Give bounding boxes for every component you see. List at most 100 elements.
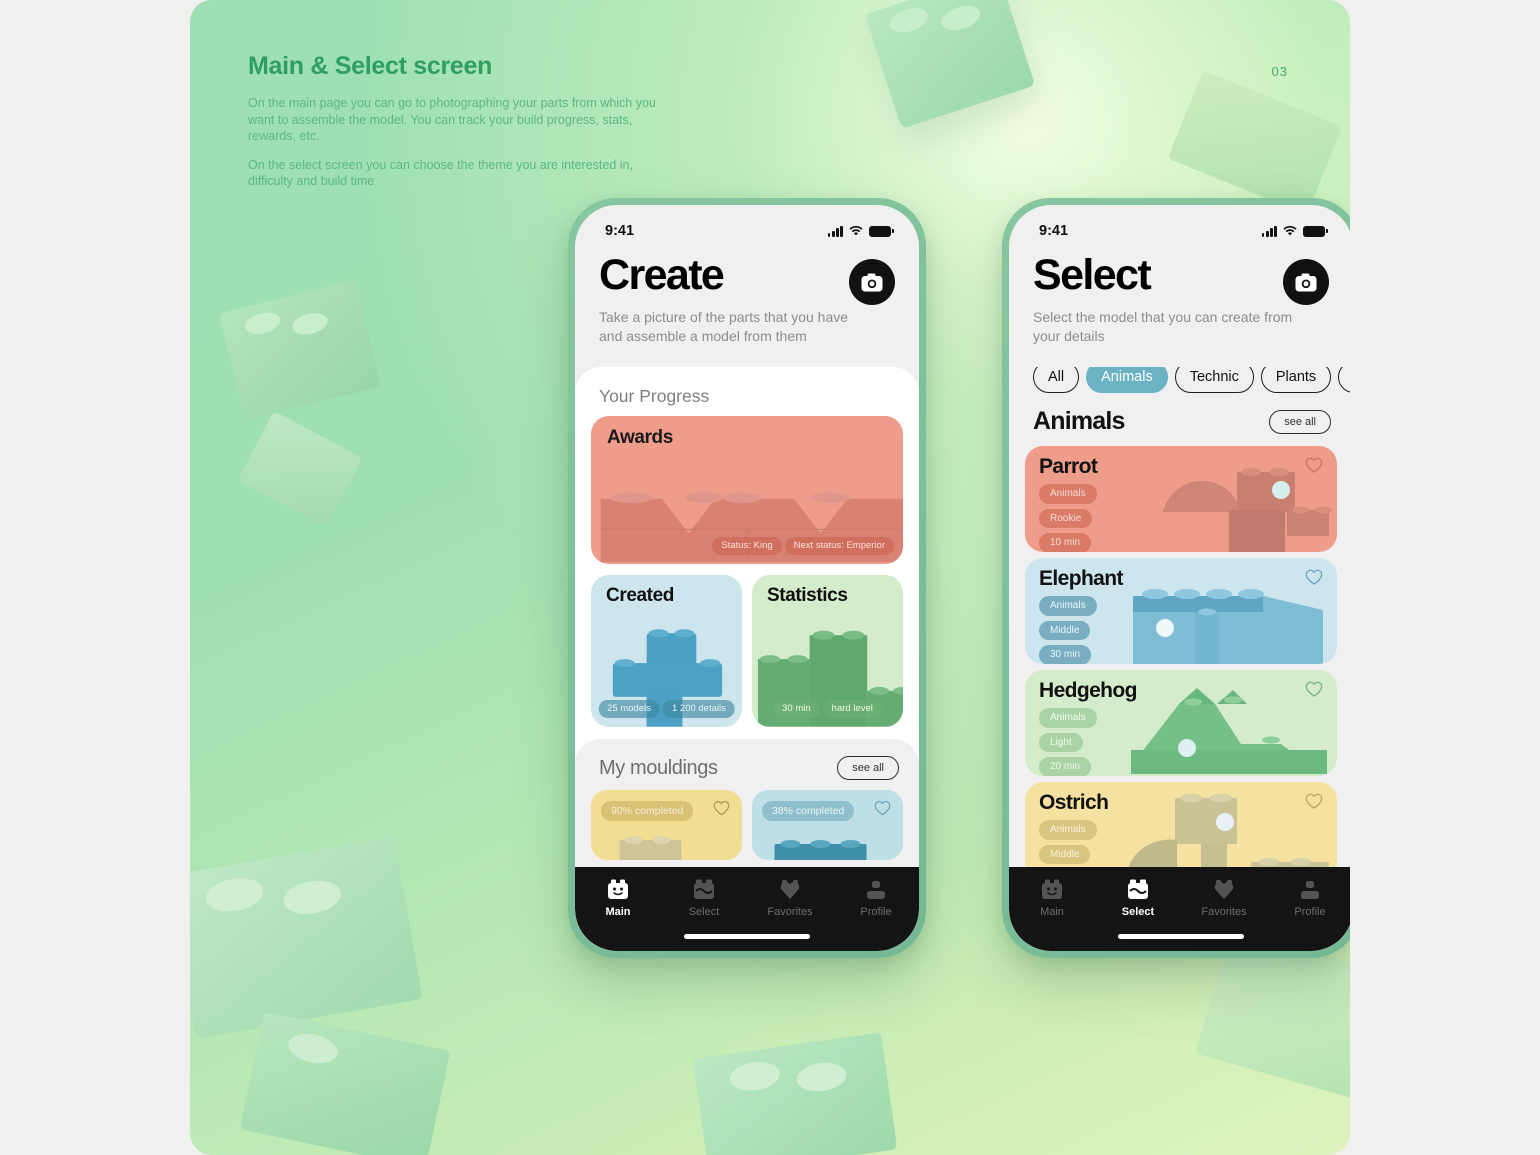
tab-main[interactable]: Main	[575, 879, 661, 918]
background-lego-brick	[239, 1011, 451, 1155]
awards-card[interactable]: Awards Status: King Next status: Emperio…	[591, 416, 903, 565]
tab-profile[interactable]: Profile	[833, 879, 919, 918]
mouldings-header: My mouldings see all	[575, 739, 919, 790]
model-name: Parrot	[1039, 455, 1098, 479]
camera-button[interactable]	[1283, 259, 1329, 305]
background-lego-brick	[190, 836, 423, 1039]
model-card-parrot[interactable]: Parrot Animals Rookie 10 min	[1025, 446, 1337, 553]
main-subtitle: Take a picture of the parts that you hav…	[599, 309, 849, 344]
battery-icon	[1303, 225, 1328, 237]
progress-section-title: Your Progress	[599, 386, 710, 407]
model-tag-time: 30 min	[1039, 645, 1092, 665]
background-lego-brick	[692, 1032, 898, 1155]
page-title: Main & Select screen	[248, 52, 493, 80]
phone-mockup-select: 9:41 Select Select the model that you ca…	[1002, 198, 1350, 958]
tab-select[interactable]: Select	[1095, 879, 1181, 918]
created-card-title: Created	[606, 585, 674, 607]
stats-card-row: Created 25 models 1 200 details Statisti…	[591, 575, 903, 728]
tab-favorites[interactable]: Favorites	[747, 879, 833, 918]
animals-see-all-button[interactable]: see all	[1269, 409, 1331, 434]
model-tag-time: 20 min	[1039, 757, 1092, 777]
tab-select-label: Select	[688, 906, 720, 918]
heart-outline-icon[interactable]	[1305, 457, 1323, 473]
status-time: 9:41	[1039, 223, 1069, 239]
camera-button[interactable]	[849, 259, 895, 305]
cellular-bars-icon	[1261, 225, 1277, 237]
tab-favorites[interactable]: Favorites	[1181, 879, 1267, 918]
moulding-thumbnail	[619, 836, 682, 861]
lego-face-icon	[608, 879, 628, 899]
tab-favorites-label: Favorites	[767, 906, 813, 918]
awards-card-title: Awards	[607, 427, 673, 449]
model-name: Elephant	[1039, 567, 1123, 591]
lego-face-icon	[1042, 879, 1062, 899]
cellular-bars-icon	[827, 225, 843, 237]
animals-section-header: Animals see all	[1009, 393, 1350, 446]
background-lego-brick	[1167, 70, 1343, 215]
model-tags: Animals Rookie 10 min	[1039, 484, 1097, 553]
mouldings-title: My mouldings	[599, 756, 718, 779]
lego-bricks-icon	[1128, 879, 1148, 899]
lego-bricks-icon	[694, 879, 714, 899]
heart-outline-icon[interactable]	[874, 800, 891, 816]
tab-profile[interactable]: Profile	[1267, 879, 1350, 918]
model-card-elephant[interactable]: Elephant Animals Middle 30 min	[1025, 558, 1337, 665]
tab-main-label: Main	[1040, 906, 1064, 918]
person-brick-icon	[1301, 881, 1319, 899]
page-number: 03	[1271, 64, 1288, 79]
wifi-icon	[849, 225, 863, 236]
status-time: 9:41	[605, 223, 635, 239]
model-card-hedgehog[interactable]: Hedgehog Animals Light 20 min	[1025, 670, 1337, 777]
camera-icon	[1295, 273, 1317, 291]
model-tag-category: Animals	[1039, 484, 1097, 504]
page-paragraph-1: On the main page you can go to photograp…	[248, 96, 656, 143]
model-tag-difficulty: Middle	[1039, 844, 1091, 865]
heart-brick-icon	[780, 880, 800, 899]
tab-profile-label: Profile	[1294, 906, 1326, 918]
main-screen: 9:41 Create Take a picture of the parts …	[575, 205, 919, 951]
mouldings-see-all-button[interactable]: see all	[837, 756, 899, 781]
select-app-header: Select Select the model that you can cre…	[1009, 249, 1350, 368]
animals-section-title: Animals	[1033, 407, 1125, 436]
tab-main[interactable]: Main	[1009, 879, 1095, 918]
camera-icon	[861, 273, 883, 291]
awards-badge-next: Next status: Emperior	[784, 536, 894, 556]
model-tag-time: 10 min	[1039, 533, 1092, 553]
tab-profile-label: Profile	[860, 906, 892, 918]
awards-badges: Status: King Next status: Emperior	[712, 536, 894, 556]
statistics-badge-time: 30 min	[773, 699, 820, 719]
model-tag-difficulty: Rookie	[1039, 508, 1093, 529]
created-badge-details: 1 200 details	[662, 699, 735, 719]
tab-select-label: Select	[1121, 906, 1155, 918]
model-tag-category: Animals	[1039, 596, 1097, 616]
heart-outline-icon[interactable]	[1305, 569, 1323, 585]
heart-outline-icon[interactable]	[1305, 793, 1323, 809]
heart-outline-icon[interactable]	[1305, 681, 1323, 697]
heart-outline-icon[interactable]	[713, 800, 730, 816]
tab-select[interactable]: Select	[661, 879, 747, 918]
background-lego-brick	[237, 411, 363, 527]
moulding-item[interactable]: 38% completed	[752, 790, 903, 861]
heart-brick-icon	[1214, 880, 1234, 899]
moulding-thumbnail	[774, 840, 867, 861]
model-tag-difficulty: Middle	[1039, 620, 1091, 641]
select-screen: 9:41 Select Select the model that you ca…	[1009, 205, 1350, 951]
person-brick-icon	[867, 881, 885, 899]
created-card[interactable]: Created 25 models 1 200 details	[591, 575, 742, 728]
statistics-card[interactable]: Statistics 30 min hard level	[752, 575, 903, 728]
statistics-card-title: Statistics	[767, 585, 848, 607]
slide-header: Main & Select screen On the main page yo…	[248, 52, 848, 202]
presentation-canvas: Main & Select screen On the main page yo…	[190, 0, 1350, 1155]
wifi-icon	[1283, 225, 1297, 236]
model-tag-difficulty: Light	[1039, 732, 1083, 753]
model-tag-category: Animals	[1039, 708, 1097, 728]
main-app-header: Create Take a picture of the parts that …	[575, 249, 919, 368]
moulding-item[interactable]: 90% completed	[591, 790, 742, 861]
main-content-sheet: Your Progress Awards Status: King Next s…	[575, 367, 919, 951]
background-lego-brick	[864, 0, 1036, 129]
moulding-progress-label: 38% completed	[762, 801, 855, 822]
awards-badge-status: Status: King	[712, 536, 782, 556]
tab-bar: Main Select Favorites Profile	[575, 867, 919, 951]
home-indicator	[1118, 934, 1244, 939]
battery-icon	[869, 225, 894, 237]
